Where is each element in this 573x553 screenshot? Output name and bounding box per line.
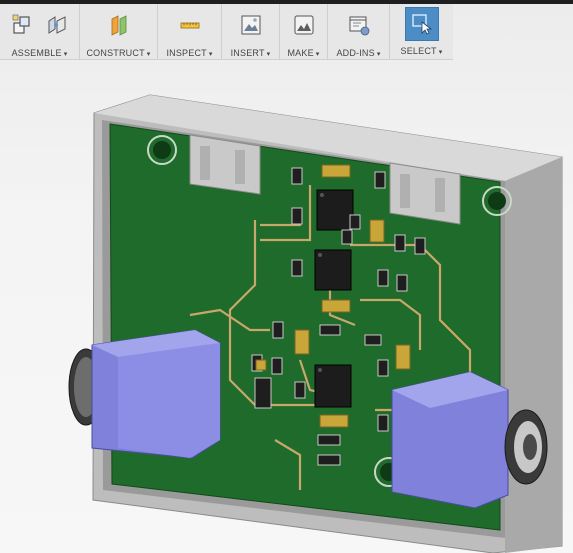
construct-label: CONSTRUCT — [86, 48, 145, 58]
top-header-connector — [189, 134, 261, 195]
toolbar-group-addins: ADD-INS ▾ — [328, 4, 390, 59]
construct-menu[interactable]: CONSTRUCT ▾ — [86, 48, 150, 58]
toolbar-group-select: SELECT ▾ — [390, 4, 453, 59]
select-label: SELECT — [400, 46, 437, 56]
3d-viewport[interactable] — [0, 60, 573, 553]
ic-chip — [314, 249, 352, 291]
scripts-addins-icon[interactable] — [347, 13, 371, 37]
toolbar-group-assemble: ASSEMBLE ▾ — [0, 4, 80, 59]
top-header-connector — [389, 162, 461, 225]
toolbar-group-make: MAKE ▾ — [280, 4, 328, 59]
offset-plane-icon[interactable] — [107, 13, 131, 37]
chevron-down-icon: ▾ — [315, 51, 320, 58]
assemble-label: ASSEMBLE — [11, 48, 62, 58]
new-component-icon[interactable] — [11, 13, 35, 37]
measure-icon[interactable] — [178, 13, 202, 37]
ic-chip — [314, 364, 352, 408]
addins-menu[interactable]: ADD-INS ▾ — [336, 48, 380, 58]
select-menu[interactable]: SELECT ▾ — [401, 46, 443, 56]
chevron-down-icon: ▾ — [146, 51, 151, 58]
insert-menu[interactable]: INSERT ▾ — [231, 48, 271, 58]
inspect-menu[interactable]: INSPECT ▾ — [166, 48, 212, 58]
select-tool-button[interactable] — [404, 7, 439, 41]
addins-label: ADD-INS — [336, 48, 375, 58]
chevron-down-icon: ▾ — [63, 51, 68, 58]
toolbar-group-insert: INSERT ▾ — [222, 4, 280, 59]
ribbon-toolbar: ASSEMBLE ▾ CONSTRUCT ▾ INSPECT ▾ INSERT … — [0, 4, 453, 60]
chevron-down-icon: ▾ — [266, 51, 271, 58]
select-cursor-icon — [411, 14, 432, 35]
make-icon[interactable] — [292, 13, 316, 37]
toolbar-group-construct: CONSTRUCT ▾ — [80, 4, 158, 59]
left-audio-jack — [68, 329, 221, 459]
make-menu[interactable]: MAKE ▾ — [287, 48, 319, 58]
assemble-menu[interactable]: ASSEMBLE ▾ — [12, 48, 68, 58]
insert-label: INSERT — [230, 48, 265, 58]
chevron-down-icon: ▾ — [438, 49, 443, 56]
joint-icon[interactable] — [45, 13, 69, 37]
insert-image-icon[interactable] — [239, 13, 263, 37]
chevron-down-icon: ▾ — [208, 51, 213, 58]
chevron-down-icon: ▾ — [376, 51, 381, 58]
ic-chip — [316, 189, 354, 231]
toolbar-group-inspect: INSPECT ▾ — [158, 4, 222, 59]
make-label: MAKE — [287, 48, 314, 58]
inspect-label: INSPECT — [166, 48, 207, 58]
